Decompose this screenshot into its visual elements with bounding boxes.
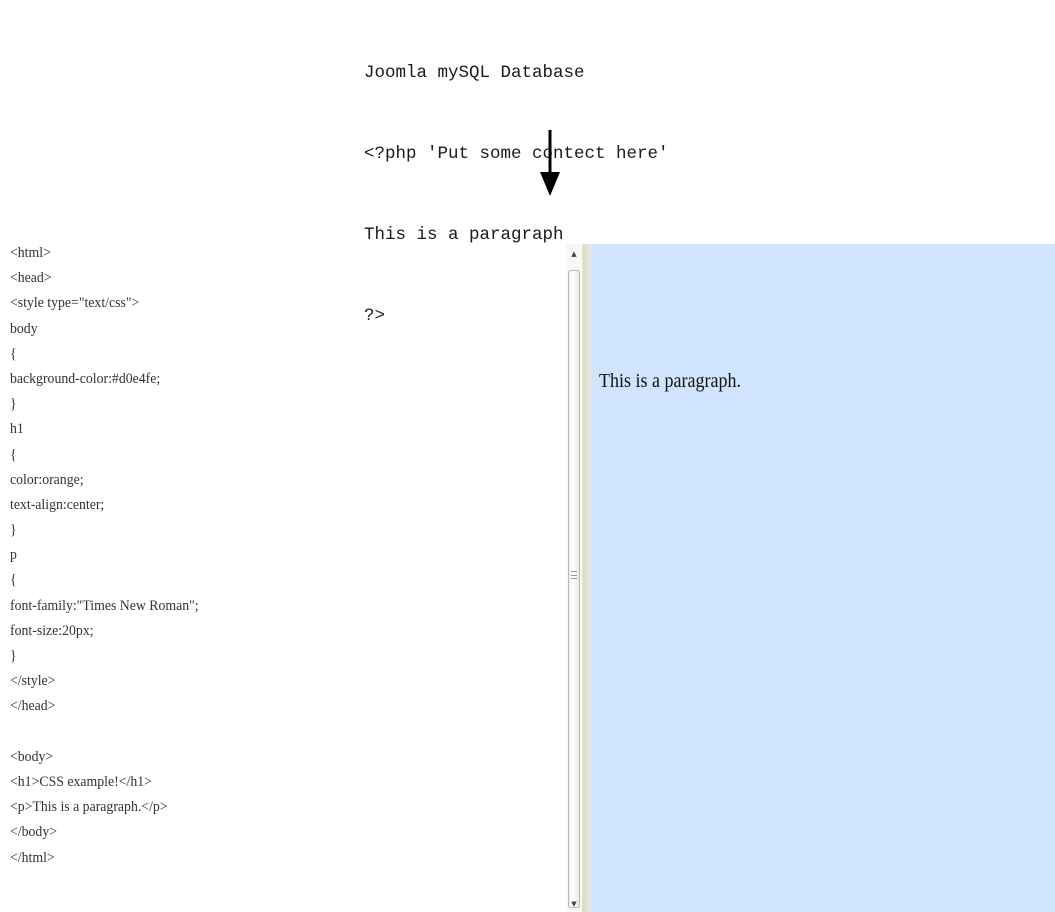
vertical-scrollbar[interactable]: ▲ ▼	[566, 244, 583, 912]
scroll-up-arrow-icon[interactable]: ▲	[566, 246, 582, 262]
snippet-line: <?php 'Put some contect here'	[364, 144, 669, 164]
code-line: </body>	[10, 824, 58, 841]
faded-heading-artifact	[651, 286, 871, 316]
scroll-down-arrow-icon[interactable]: ▼	[566, 896, 582, 912]
code-line: <style type="text/css">	[10, 295, 140, 312]
code-line: {	[10, 446, 17, 463]
code-line: {	[10, 572, 17, 589]
code-line: }	[10, 396, 17, 413]
code-line: background-color:#d0e4fe;	[10, 370, 161, 387]
code-line: <h1>CSS example!</h1>	[10, 773, 152, 790]
code-line: </style>	[10, 673, 56, 690]
code-line: font-size:20px;	[10, 622, 94, 639]
code-line: </head>	[10, 698, 56, 715]
frame-divider	[583, 244, 591, 912]
code-line: h1	[10, 421, 24, 438]
rendered-page-viewport: This is a paragraph.	[591, 244, 1055, 912]
code-line: <head>	[10, 270, 52, 287]
code-line: text-align:center;	[10, 496, 105, 513]
browser-preview: ▲ ▼ This is a paragraph.	[566, 244, 1055, 912]
code-line: <html>	[10, 245, 51, 261]
code-line: <p>This is a paragraph.</p>	[10, 799, 168, 816]
down-arrow-icon	[540, 130, 560, 196]
code-line: }	[10, 522, 17, 539]
code-line: p	[10, 547, 17, 564]
scroll-grip-icon	[571, 571, 577, 579]
code-listing: <html> <head> <style type="text/css"> body {…	[10, 241, 199, 871]
code-line: body	[10, 320, 38, 337]
snippet-line: Joomla mySQL Database	[364, 63, 585, 83]
code-line: font-family:"Times New Roman";	[10, 597, 199, 614]
code-line: {	[10, 345, 17, 362]
rendered-paragraph: This is a paragraph.	[599, 370, 741, 392]
code-line: }	[10, 648, 17, 664]
code-line: color:orange;	[10, 471, 84, 488]
scrollbar-thumb[interactable]	[568, 270, 580, 908]
code-line: <body>	[10, 748, 54, 765]
code-line: </html>	[10, 849, 55, 866]
